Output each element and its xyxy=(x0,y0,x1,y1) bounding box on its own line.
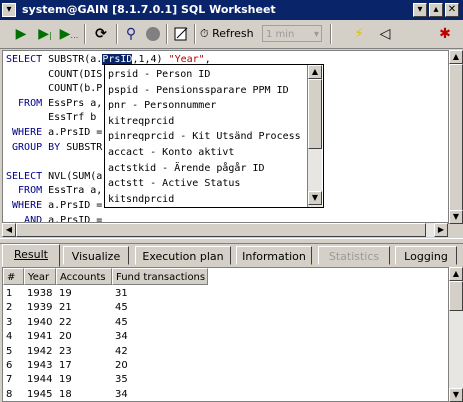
table-cell[interactable]: 3 xyxy=(3,316,12,330)
table-cell[interactable]: 1944 xyxy=(24,373,52,387)
scroll-up-icon[interactable]: ▲ xyxy=(308,65,322,79)
lightning-icon[interactable]: ⚡ xyxy=(348,23,370,45)
refresh-control[interactable]: ⏱ Refresh xyxy=(200,23,254,45)
column-header[interactable]: Accounts xyxy=(56,268,112,285)
autocomplete-item[interactable]: prsid - Person ID xyxy=(105,67,310,84)
table-cell[interactable]: 19 xyxy=(56,373,72,387)
table-cell[interactable]: 35 xyxy=(112,373,128,387)
table-cell[interactable]: 45 xyxy=(112,316,128,330)
scroll-up-icon[interactable]: ▲ xyxy=(449,267,463,281)
scroll-down-icon[interactable]: ▼ xyxy=(449,388,463,402)
popup-scroll-thumb[interactable] xyxy=(308,79,322,149)
tab-logging[interactable]: Logging xyxy=(395,246,457,265)
tab-statistics: Statistics xyxy=(318,246,390,265)
table-cell[interactable]: 1942 xyxy=(24,345,52,359)
scroll-up-icon[interactable]: ▲ xyxy=(449,50,463,64)
column-header[interactable]: Fund transactions xyxy=(112,268,208,285)
title-bar[interactable]: ▾ system@GAIN [8.1.7.0.1] SQL Worksheet … xyxy=(0,0,463,20)
table-cell[interactable]: 23 xyxy=(56,345,72,359)
table-cell[interactable]: 6 xyxy=(3,359,12,373)
refresh-cycle-icon[interactable]: ⟳ xyxy=(90,23,112,45)
debug-icon[interactable]: ✱ xyxy=(434,23,456,45)
table-cell[interactable]: 42 xyxy=(112,345,128,359)
autocomplete-item[interactable]: pnr - Personnummer xyxy=(105,98,310,115)
tab-result[interactable]: Result xyxy=(2,244,60,267)
autocomplete-item[interactable]: kitsndprcid xyxy=(105,192,310,207)
table-cell[interactable]: 1945 xyxy=(24,388,52,401)
table-cell[interactable]: 8 xyxy=(3,388,12,401)
table-cell[interactable]: 45 xyxy=(112,301,128,315)
autocomplete-item[interactable]: actstkid - Ärende pågår ID xyxy=(105,161,310,178)
refresh-interval-select[interactable]: 1 min ▾ xyxy=(262,25,322,42)
autocomplete-item[interactable]: pspid - Pensionssparare PPM ID xyxy=(105,83,310,100)
table-cell[interactable]: 7 xyxy=(3,373,12,387)
scroll-thumb[interactable] xyxy=(449,64,463,214)
triangle-left-icon[interactable]: ◁ xyxy=(374,23,396,45)
tab-information[interactable]: Information xyxy=(236,246,312,265)
maximize-button[interactable]: ▴ xyxy=(429,3,443,17)
editor-vertical-scrollbar[interactable]: ▲ ▼ xyxy=(448,50,463,224)
table-cell[interactable]: 1 xyxy=(3,287,12,301)
table-cell[interactable]: 34 xyxy=(112,330,128,344)
minimize-button[interactable]: ▾ xyxy=(413,3,427,17)
execute-icon[interactable]: ▶ xyxy=(10,23,32,45)
editor-horizontal-scrollbar[interactable]: ◀ ▶ xyxy=(2,222,448,237)
table-cell[interactable]: 4 xyxy=(3,330,12,344)
chevron-down-icon: ▾ xyxy=(313,29,319,40)
table-cell[interactable]: 5 xyxy=(3,345,12,359)
table-cell[interactable]: 1941 xyxy=(24,330,52,344)
autocomplete-item[interactable]: kitreqprcid xyxy=(105,114,310,131)
toolbar: ▶ ▶| ▶… ⟳ ⚲ ⏱ Refresh 1 min ▾ ⚡ ◁ ✱ xyxy=(0,20,463,49)
column-header[interactable]: # xyxy=(3,268,24,285)
window-menu-icon[interactable]: ▾ xyxy=(2,3,16,17)
table-cell[interactable]: 22 xyxy=(56,316,72,330)
execute-step-icon[interactable]: ▶| xyxy=(34,23,56,45)
refresh-interval-value: 1 min xyxy=(266,29,295,40)
table-cell[interactable]: 31 xyxy=(112,287,128,301)
scroll-left-icon[interactable]: ◀ xyxy=(2,223,16,237)
close-button[interactable]: ✕ xyxy=(445,3,459,17)
grid-vertical-scrollbar[interactable]: ▲ ▼ xyxy=(448,267,463,402)
autocomplete-item[interactable]: accact - Konto aktivt xyxy=(105,145,310,162)
tab-visualize[interactable]: Visualize xyxy=(63,246,129,265)
execute-all-icon[interactable]: ▶… xyxy=(58,23,80,45)
table-cell[interactable]: 1943 xyxy=(24,359,52,373)
table-cell[interactable]: 20 xyxy=(112,359,128,373)
h-scroll-thumb[interactable] xyxy=(16,223,426,237)
table-cell[interactable]: 1938 xyxy=(24,287,52,301)
table-cell[interactable]: 17 xyxy=(56,359,72,373)
scroll-right-icon[interactable]: ▶ xyxy=(434,223,448,237)
autocomplete-item[interactable]: actstt - Active Status xyxy=(105,176,310,193)
table-cell[interactable]: 18 xyxy=(56,388,72,401)
autocomplete-popup[interactable]: prsid - Person ID pspid - Pensionssparare… xyxy=(104,64,324,208)
column-header[interactable]: Year xyxy=(24,268,56,285)
window-title: system@GAIN [8.1.7.0.1] SQL Worksheet xyxy=(22,3,276,16)
refresh-label: Refresh xyxy=(212,27,254,40)
popup-scrollbar[interactable]: ▲ ▼ xyxy=(307,65,322,207)
table-cell[interactable]: 1940 xyxy=(24,316,52,330)
table-cell[interactable]: 34 xyxy=(112,388,128,401)
tab-execution-plan[interactable]: Execution plan xyxy=(135,246,231,265)
commit-icon[interactable] xyxy=(170,23,192,45)
scroll-down-icon[interactable]: ▼ xyxy=(308,191,322,205)
table-cell[interactable]: 19 xyxy=(56,287,72,301)
stop-icon[interactable] xyxy=(142,23,164,45)
table-cell[interactable]: 2 xyxy=(3,301,12,315)
table-cell[interactable]: 21 xyxy=(56,301,72,315)
table-cell[interactable]: 1939 xyxy=(24,301,52,315)
autocomplete-item[interactable]: pinreqprcid - Kit Utsänd Process xyxy=(105,129,310,146)
clock-icon: ⏱ xyxy=(200,27,209,40)
scroll-down-icon[interactable]: ▼ xyxy=(449,210,463,224)
result-tabs: Result Visualize Execution plan Informat… xyxy=(0,244,463,267)
table-cell[interactable]: 20 xyxy=(56,330,72,344)
result-grid[interactable]: # Year Accounts Fund transactions 1 1938 1… xyxy=(2,267,450,402)
grid-scroll-thumb[interactable] xyxy=(449,281,463,311)
pin-icon[interactable]: ⚲ xyxy=(120,23,142,45)
